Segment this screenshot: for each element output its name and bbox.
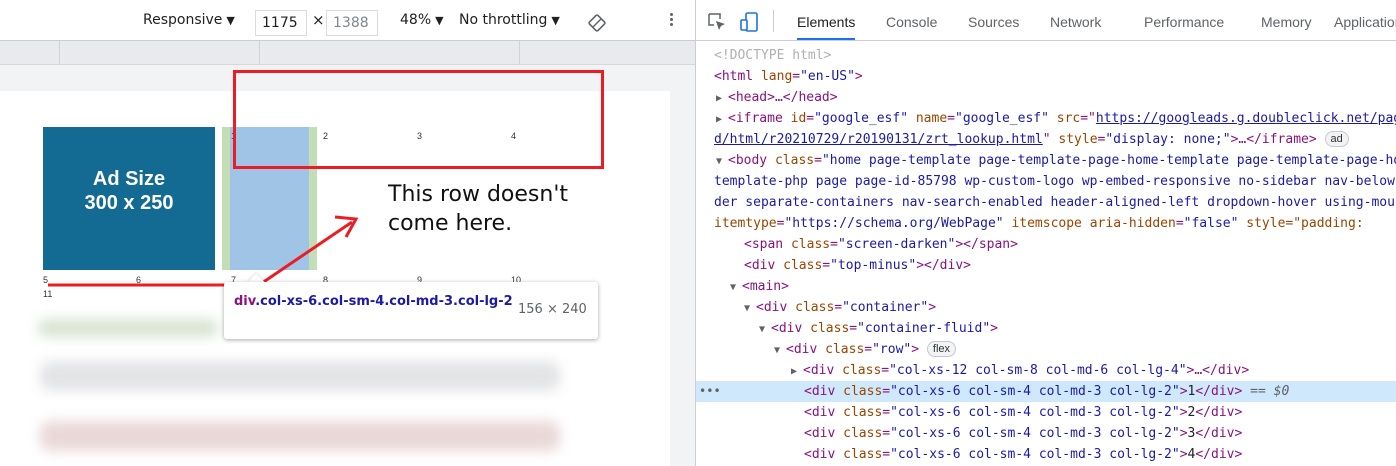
dom-line-container[interactable]: ▼ <div class="container">	[696, 297, 1396, 318]
ad-dimensions-label: 300 x 250	[84, 192, 174, 214]
tooltip-size: 156 × 240	[518, 302, 587, 317]
triangle-expand-icon[interactable]: ▶	[716, 109, 728, 130]
rotate-icon[interactable]	[587, 13, 607, 33]
grid-number: 5	[43, 275, 49, 285]
dom-line-body-cont[interactable]: template-php page page-id-85798 wp-custo…	[696, 171, 1396, 192]
triangle-expand-icon[interactable]: ▶	[716, 88, 728, 109]
triangle-collapse-icon[interactable]: ▼	[774, 340, 786, 361]
annotation-rectangle	[233, 70, 604, 169]
dom-line-iframe[interactable]: ▶ <iframe id="google_esf" name="google_es…	[696, 108, 1396, 129]
tooltip-selector: div.col-xs-6.col-sm-4.col-md-3.col-lg-2	[234, 292, 514, 312]
tab-network[interactable]: Network	[1050, 0, 1101, 40]
zoom-label: 48%	[400, 12, 432, 28]
dom-line-col[interactable]: <div class="col-xs-6 col-sm-4 col-md-3 c…	[696, 402, 1396, 423]
devtools-tabbar: Elements Console Sources Network Perform…	[696, 0, 1396, 41]
dom-line-div-top-minus[interactable]: <div class="top-minus"></div>	[696, 255, 1396, 276]
blurred-content	[38, 319, 218, 337]
dom-line-col[interactable]: <div class="col-xs-6 col-sm-4 col-md-3 c…	[696, 444, 1396, 465]
triangle-collapse-icon[interactable]: ▼	[744, 298, 756, 319]
annotation-line: come here.	[388, 211, 513, 236]
triangle-expand-icon[interactable]: ▶	[791, 361, 803, 382]
tooltip-classes: .col-xs-6.col-sm-4.col-md-3.col-lg-2	[255, 294, 513, 309]
dom-line-main[interactable]: ▼ <main>	[696, 276, 1396, 297]
ad-size-label: Ad Size	[92, 168, 166, 190]
dom-line-iframe-cont[interactable]: d/html/r20210729/r20190131/zrt_lookup.ht…	[696, 129, 1396, 150]
device-select-label: Responsive	[143, 12, 223, 28]
dom-line-container-fluid[interactable]: ▼ <div class="container-fluid">	[696, 318, 1396, 339]
dom-line-doctype[interactable]: <!DOCTYPE html>	[696, 45, 1396, 66]
dom-line-col-selected[interactable]: ••• <div class="col-xs-6 col-sm-4 col-md-…	[696, 381, 1396, 402]
toolbar-separator	[773, 10, 774, 32]
annotation-text: This row doesn't come here.	[388, 180, 568, 238]
element-tooltip: div.col-xs-6.col-sm-4.col-md-3.col-lg-2 …	[224, 282, 598, 339]
dom-line-col-first[interactable]: ▶ <div class="col-xs-12 col-sm-8 col-md-6…	[696, 360, 1396, 381]
triangle-collapse-icon[interactable]: ▼	[730, 277, 742, 298]
ad-badge[interactable]: ad	[1324, 131, 1349, 147]
dom-line-html[interactable]: <html lang="en-US">	[696, 66, 1396, 87]
dom-line-body-cont[interactable]: der separate-containers nav-search-enabl…	[696, 192, 1396, 213]
ellipsis-icon[interactable]: •••	[699, 381, 721, 402]
iframe-src-link[interactable]: https://googleads.g.doubleclick.net/page…	[1096, 111, 1396, 126]
dom-line-body-cont[interactable]: itemtype="https://schema.org/WebPage" it…	[696, 213, 1396, 234]
tab-console[interactable]: Console	[886, 0, 937, 40]
inspect-icon[interactable]	[708, 13, 726, 31]
caret-down-icon: ▼	[226, 14, 235, 27]
throttling-select[interactable]: No throttling ▼	[459, 0, 560, 40]
dom-line-head[interactable]: ▶ <head>…</head>	[696, 87, 1396, 108]
triangle-collapse-icon[interactable]: ▼	[716, 151, 728, 172]
device-emulation-pane: Responsive ▼ 1175 × 1388 48% ▼ No throttli…	[0, 0, 695, 466]
device-toggle-icon[interactable]	[740, 12, 758, 32]
tab-sources[interactable]: Sources	[968, 0, 1019, 40]
tab-memory[interactable]: Memory	[1261, 0, 1312, 40]
width-input[interactable]: 1175	[255, 10, 307, 36]
zoom-select[interactable]: 48% ▼	[400, 0, 444, 40]
grid-number: 11	[43, 289, 53, 299]
grid-number: 6	[136, 275, 142, 285]
device-select[interactable]: Responsive ▼	[143, 0, 235, 40]
more-vert-icon[interactable]	[664, 11, 678, 31]
dimension-separator: ×	[312, 11, 325, 29]
dom-line-col[interactable]: <div class="col-xs-6 col-sm-4 col-md-3 c…	[696, 423, 1396, 444]
ad-placeholder: Ad Size 300 x 250	[43, 127, 215, 270]
triangle-collapse-icon[interactable]: ▼	[759, 319, 771, 340]
caret-down-icon: ▼	[551, 14, 560, 27]
blurred-content	[40, 361, 560, 391]
device-toolbar: Responsive ▼ 1175 × 1388 48% ▼ No throttli…	[0, 0, 695, 41]
dom-line-row[interactable]: ▼ <div class="row"> flex	[696, 339, 1396, 360]
tab-application[interactable]: Application	[1334, 0, 1396, 40]
media-query-ruler[interactable]	[0, 41, 695, 65]
annotation-line: This row doesn't	[388, 182, 568, 207]
dom-line-body[interactable]: ▼ <body class="home page-template page-te…	[696, 150, 1396, 171]
caret-down-icon: ▼	[435, 14, 444, 27]
devtools-panel: Elements Console Sources Network Perform…	[695, 0, 1396, 466]
flex-badge[interactable]: flex	[926, 341, 957, 357]
tab-performance[interactable]: Performance	[1144, 0, 1224, 40]
iframe-src-link[interactable]: d/html/r20210729/r20190131/zrt_lookup.ht…	[714, 132, 1043, 147]
tooltip-tag: div	[234, 294, 256, 309]
throttling-label: No throttling	[459, 12, 548, 28]
blurred-content	[40, 421, 560, 451]
dom-line-span[interactable]: <span class="screen-darken"></span>	[696, 234, 1396, 255]
devtools-window: Responsive ▼ 1175 × 1388 48% ▼ No throttli…	[0, 0, 1396, 466]
tab-elements[interactable]: Elements	[797, 0, 856, 40]
height-input[interactable]: 1388	[326, 10, 378, 36]
